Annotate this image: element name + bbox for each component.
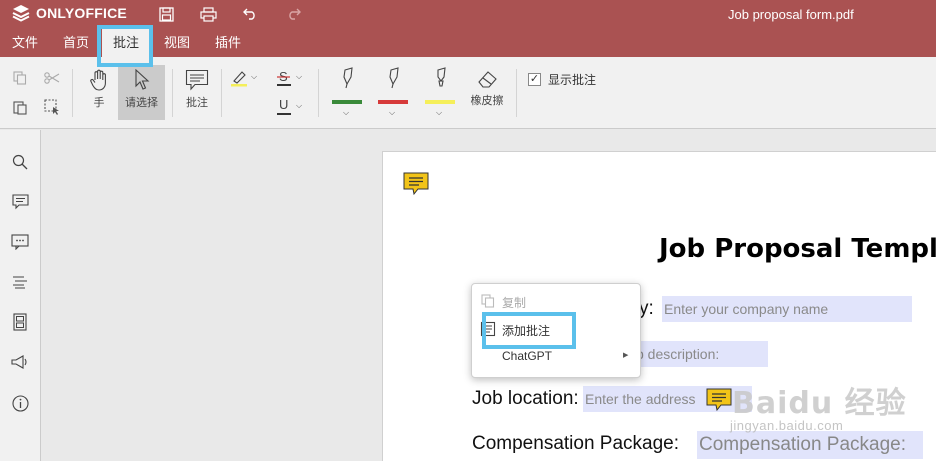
context-add-comment-item[interactable]: 添加批注 <box>472 316 640 342</box>
onlyoffice-logo-icon <box>12 5 30 22</box>
select-tool-button[interactable]: 请选择 <box>118 69 165 110</box>
comment-icon <box>185 69 209 91</box>
context-copy-item[interactable]: 复制 <box>472 288 640 314</box>
context-menu: 复制 添加批注 ChatGPT ▶ <box>471 283 641 378</box>
comment-marker-icon[interactable] <box>403 172 429 196</box>
chevron-down-icon[interactable]: ⌵ <box>343 108 349 118</box>
chevron-down-icon[interactable]: ⌵ <box>296 101 302 111</box>
highlighter-yellow-icon[interactable] <box>431 66 451 90</box>
select-tool-label: 请选择 <box>125 97 158 109</box>
copy-icon[interactable] <box>11 69 29 87</box>
chat-icon[interactable] <box>10 232 30 252</box>
comment-marker-icon[interactable] <box>706 388 732 412</box>
app-logo: ONLYOFFICE <box>12 4 127 22</box>
underline-icon[interactable]: U <box>275 97 293 116</box>
compensation-label: Compensation Package: <box>472 433 680 454</box>
comments-panel-icon[interactable] <box>10 192 30 212</box>
comment-icon <box>480 321 496 337</box>
context-chatgpt-item[interactable]: ChatGPT ▶ <box>472 343 640 369</box>
submenu-arrow-icon: ▶ <box>623 352 629 359</box>
highlight-text-icon[interactable] <box>230 69 248 87</box>
company-label-fragment: y: <box>639 298 654 319</box>
undo-icon[interactable] <box>240 4 260 24</box>
search-icon[interactable] <box>10 152 30 172</box>
strikethrough-icon[interactable]: S <box>275 69 293 87</box>
context-add-comment-label: 添加批注 <box>502 324 551 338</box>
pen-green-swatch <box>332 100 362 104</box>
context-chatgpt-label: ChatGPT <box>502 349 553 363</box>
show-comments-checkbox[interactable]: ✓ <box>528 73 541 86</box>
tab-annotate[interactable]: 批注 <box>102 29 150 57</box>
copy-icon <box>481 294 495 308</box>
chevron-down-icon[interactable]: ⌵ <box>251 72 257 82</box>
menu-bar: 文件 首页 批注 视图 插件 <box>0 29 936 57</box>
app-name: ONLYOFFICE <box>36 5 127 21</box>
navigation-headings-icon[interactable] <box>10 272 30 292</box>
hand-icon <box>90 69 106 91</box>
svg-text:U: U <box>279 97 288 112</box>
about-info-icon[interactable] <box>10 393 30 413</box>
pen-red-icon[interactable] <box>384 66 404 90</box>
tab-file[interactable]: 文件 <box>0 29 50 57</box>
hand-tool-button[interactable]: 手 <box>86 69 112 110</box>
job-location-label: Job location: <box>472 388 579 409</box>
show-comments-toggle[interactable]: ✓ 显示批注 <box>528 71 596 88</box>
title-bar: ONLYOFFICE Job proposal form.pdf <box>0 0 936 29</box>
document-heading: Job Proposal Templa <box>659 234 936 264</box>
toolbar-separator <box>221 69 222 117</box>
redo-icon[interactable] <box>283 4 303 24</box>
context-copy-label: 复制 <box>502 296 527 310</box>
highlighter-yellow-swatch <box>425 100 455 104</box>
chevron-down-icon[interactable]: ⌵ <box>296 72 302 82</box>
print-icon[interactable] <box>198 4 218 24</box>
company-name-field[interactable]: Enter your company name <box>662 296 912 322</box>
toolbar-separator <box>318 69 319 117</box>
pen-green-icon[interactable] <box>338 66 358 90</box>
eraser-label: 橡皮擦 <box>470 95 504 107</box>
document-page: Job Proposal Templa y: Enter your compan… <box>382 151 936 461</box>
toolbar-separator <box>172 69 173 117</box>
chevron-down-icon[interactable]: ⌵ <box>389 108 395 118</box>
left-sidebar <box>0 130 41 461</box>
feedback-megaphone-icon[interactable] <box>10 352 30 372</box>
select-all-icon[interactable] <box>43 98 61 116</box>
document-title: Job proposal form.pdf <box>728 7 854 22</box>
comment-tool-label: 批注 <box>186 97 208 109</box>
paste-icon[interactable] <box>11 98 29 116</box>
page-thumbnails-icon[interactable] <box>10 312 30 332</box>
tab-view[interactable]: 视图 <box>152 29 202 57</box>
tab-plugins[interactable]: 插件 <box>202 29 254 57</box>
eraser-button[interactable]: 橡皮擦 <box>467 69 507 108</box>
compensation-field[interactable]: Compensation Package: <box>697 431 923 459</box>
hand-tool-label: 手 <box>93 97 105 109</box>
chevron-down-icon[interactable]: ⌵ <box>436 108 442 118</box>
pen-red-swatch <box>378 100 408 104</box>
save-icon[interactable] <box>156 4 176 24</box>
show-comments-label: 显示批注 <box>548 73 597 87</box>
job-description-field[interactable]: b description: <box>634 341 768 367</box>
add-comment-button[interactable]: 批注 <box>182 69 212 110</box>
tab-home[interactable]: 首页 <box>50 29 102 57</box>
eraser-icon <box>478 71 497 88</box>
cursor-arrow-icon <box>134 69 149 90</box>
toolbar-separator <box>72 69 73 117</box>
toolbar-separator <box>516 69 517 117</box>
cut-icon[interactable] <box>43 69 61 87</box>
